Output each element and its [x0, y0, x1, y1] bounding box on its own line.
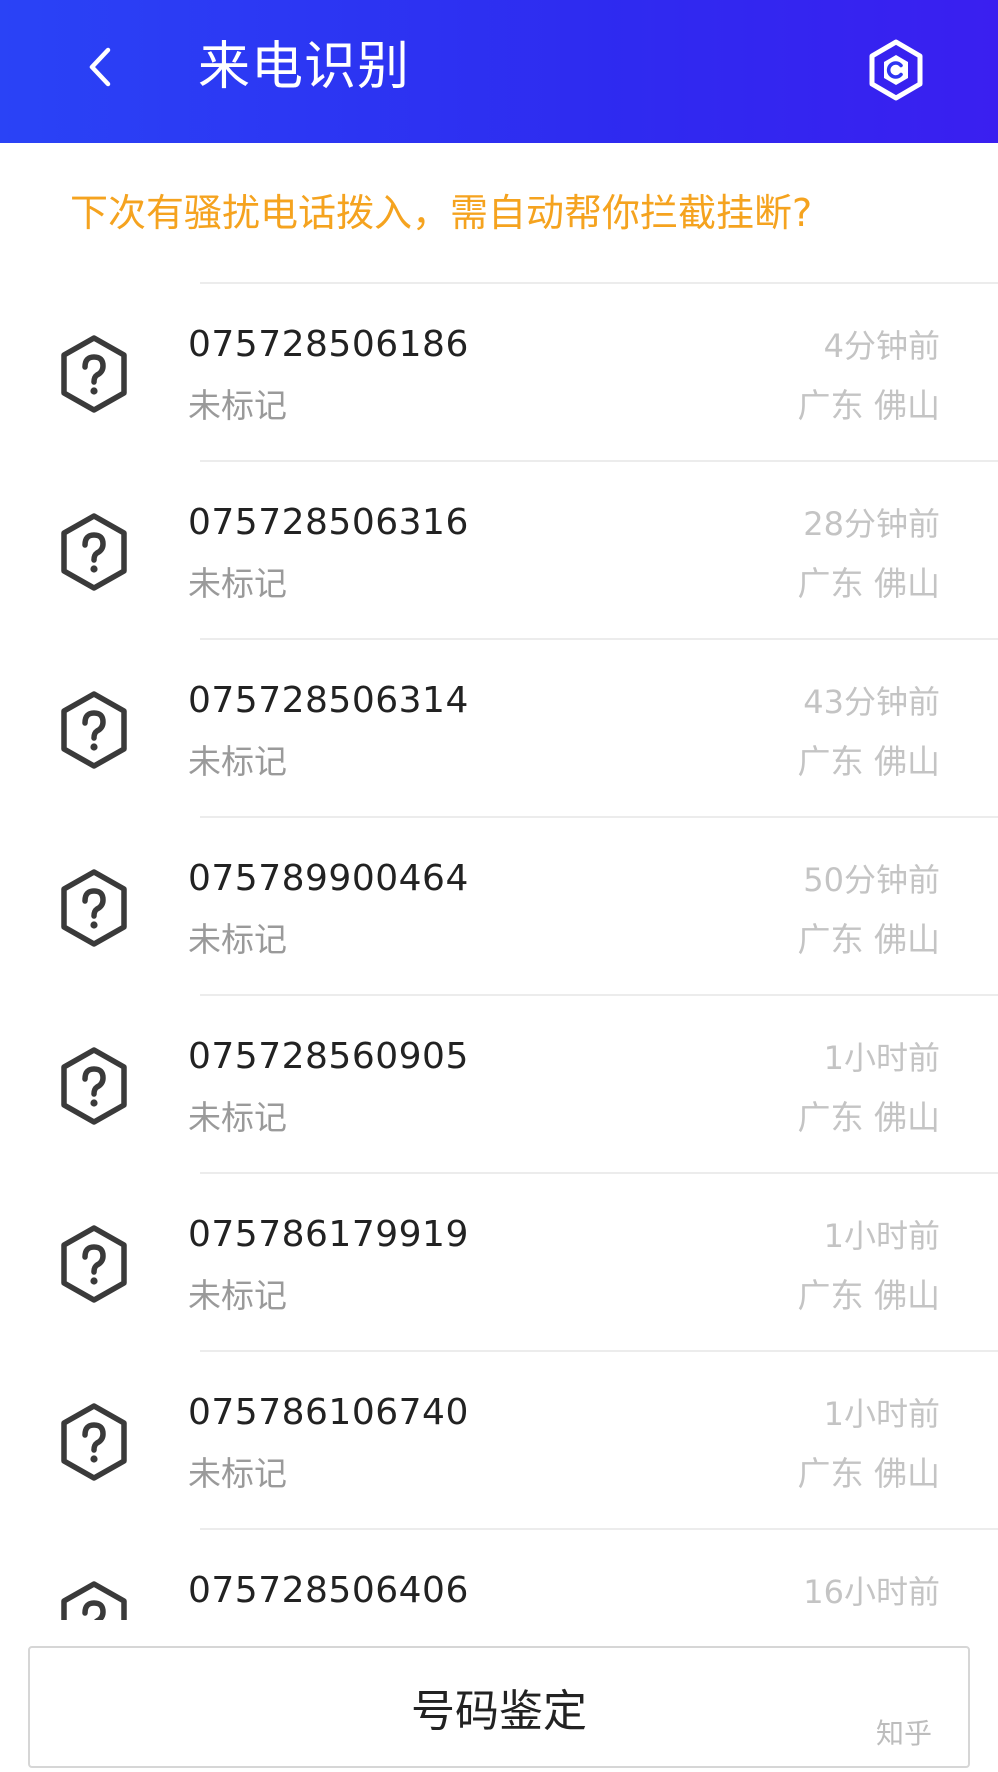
phone-number: 075728506316 — [188, 502, 469, 543]
phone-number: 075786106740 — [188, 1392, 469, 1433]
row-divider — [200, 1528, 998, 1530]
call-location: 广东 佛山 — [797, 1276, 941, 1315]
call-list-item[interactable]: 075728506316 未标记 28分钟前广东 佛山 — [0, 460, 998, 638]
call-location: 广东 佛山 — [797, 386, 941, 425]
phone-number: 075728506314 — [188, 680, 469, 721]
intercept-prompt[interactable]: 下次有骚扰电话拨入，需自动帮你拦截挂断? — [70, 188, 812, 238]
hexagon-question-icon — [58, 868, 130, 948]
app-header: 来电识别 — [0, 0, 998, 143]
call-location: 广东 佛山 — [797, 1098, 941, 1137]
hexagon-question-icon — [58, 1402, 130, 1482]
mark-status: 未标记 — [188, 920, 287, 959]
call-list-item[interactable]: 075786179919 未标记 1小时前广东 佛山 — [0, 1172, 998, 1350]
phone-number: 075786179919 — [188, 1214, 469, 1255]
page-title: 来电识别 — [198, 37, 411, 97]
mark-status: 未标记 — [188, 1276, 287, 1315]
mark-status: 未标记 — [188, 1098, 287, 1137]
mark-status: 未标记 — [188, 386, 287, 425]
call-list-item[interactable]: 075786106740 未标记 1小时前广东 佛山 — [0, 1350, 998, 1528]
watermark-text: 知乎 — [876, 1717, 933, 1750]
call-location: 广东 佛山 — [797, 920, 941, 959]
call-location: 广东 佛山 — [797, 742, 941, 781]
call-list-item[interactable]: 075728560905 未标记 1小时前广东 佛山 — [0, 994, 998, 1172]
hexagon-question-icon — [58, 690, 130, 770]
call-list-item[interactable]: 075728506314 未标记 43分钟前广东 佛山 — [0, 638, 998, 816]
hexagon-question-icon — [58, 512, 130, 592]
call-time: 43分钟前 — [803, 683, 940, 721]
row-divider — [200, 1350, 998, 1352]
row-divider — [200, 638, 998, 640]
call-list-item[interactable]: 075789900464 未标记 50分钟前广东 佛山 — [0, 816, 998, 994]
call-time: 4分钟前 — [823, 327, 940, 365]
row-divider — [200, 1172, 998, 1174]
mark-status: 未标记 — [188, 742, 287, 781]
call-list-item[interactable]: 075728506406 16小时前 — [0, 1528, 998, 1620]
call-list-item[interactable]: 075728506186 未标记 4分钟前广东 佛山 — [0, 282, 998, 460]
call-list: 075728506186 未标记 4分钟前广东 佛山 075728506316 未标记 2… — [0, 282, 998, 1620]
phone-number: 075728506186 — [188, 324, 469, 365]
row-divider — [200, 994, 998, 996]
call-time: 50分钟前 — [803, 861, 940, 899]
row-divider — [200, 460, 998, 462]
hexagon-settings-icon[interactable] — [864, 38, 928, 102]
hexagon-question-icon — [58, 1224, 130, 1304]
call-location: 广东 佛山 — [797, 1454, 941, 1493]
call-time: 1小时前 — [823, 1395, 940, 1433]
mark-status: 未标记 — [188, 564, 287, 603]
call-location: 广东 佛山 — [797, 564, 941, 603]
hexagon-question-icon — [58, 1580, 130, 1620]
row-divider — [200, 816, 998, 818]
call-time: 1小时前 — [823, 1217, 940, 1255]
hexagon-question-icon — [58, 334, 130, 414]
phone-number: 075728560905 — [188, 1036, 469, 1077]
call-time: 28分钟前 — [803, 505, 940, 543]
hexagon-question-icon — [58, 1046, 130, 1126]
mark-status: 未标记 — [188, 1454, 287, 1493]
call-time: 1小时前 — [823, 1039, 940, 1077]
back-icon[interactable] — [78, 44, 124, 90]
identify-number-button[interactable]: 号码鉴定 — [28, 1646, 970, 1768]
call-time: 16小时前 — [803, 1573, 940, 1611]
row-divider — [200, 282, 998, 284]
phone-number: 075728506406 — [188, 1570, 469, 1611]
phone-number: 075789900464 — [188, 858, 469, 899]
